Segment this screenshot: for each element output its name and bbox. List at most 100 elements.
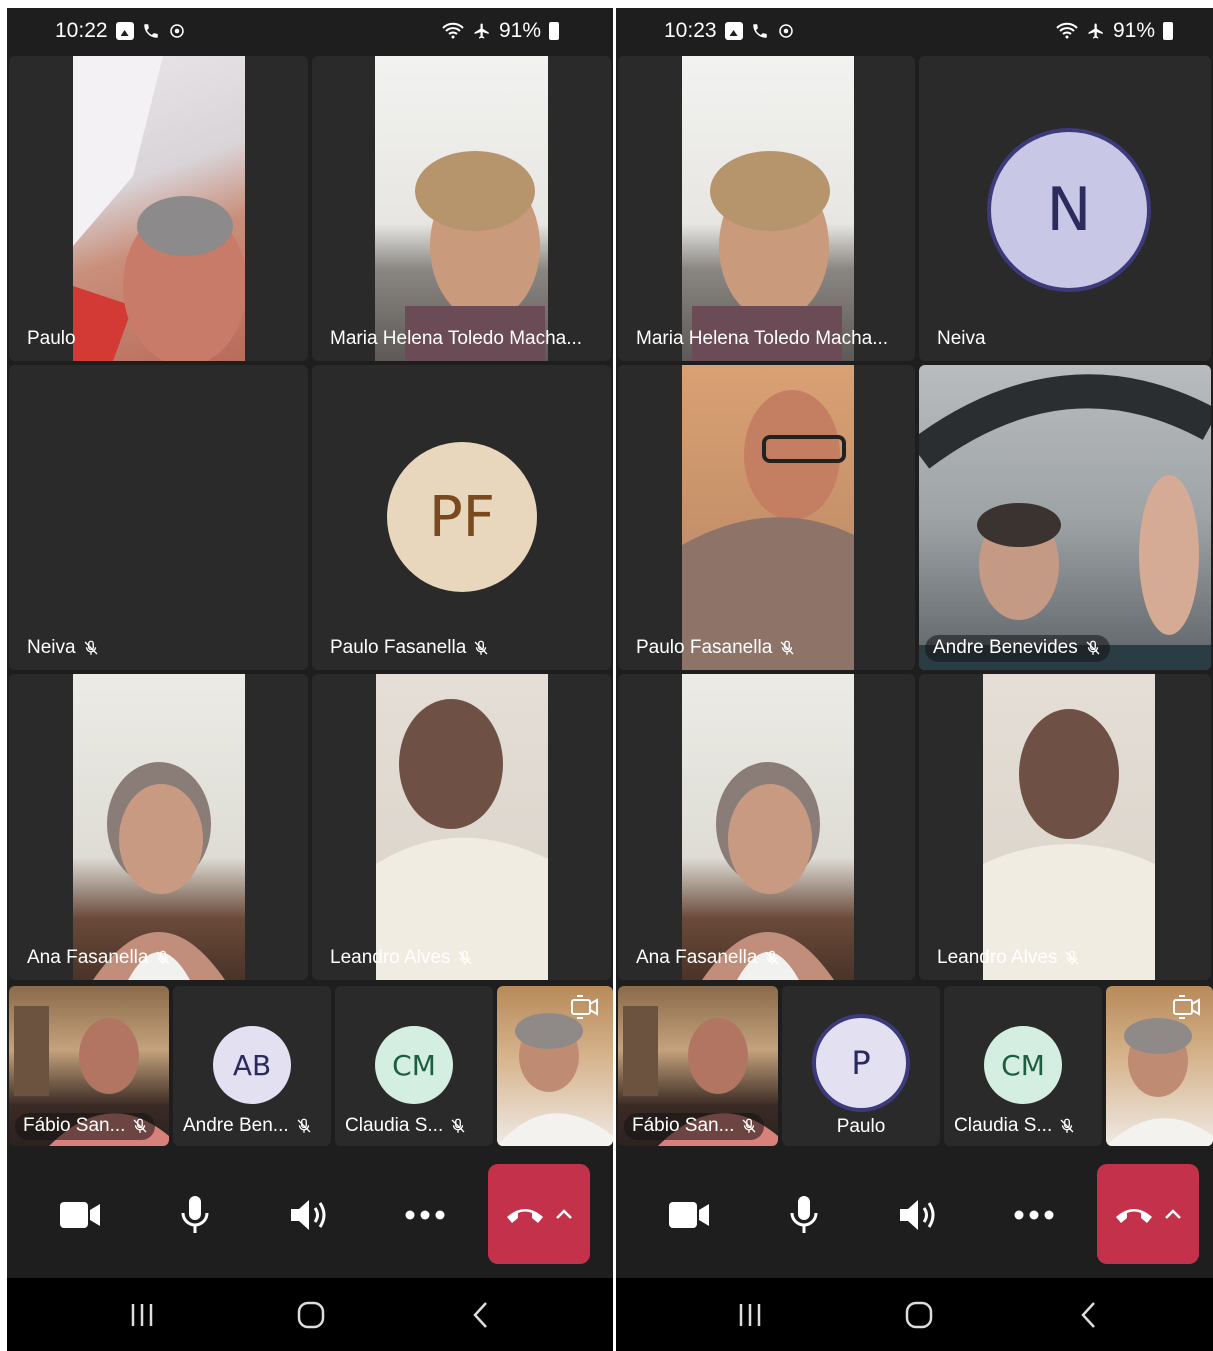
wifi-icon (442, 22, 464, 39)
participant-video (682, 56, 854, 361)
participant-tile-maria-helena[interactable]: Maria Helena Toledo Macha... (618, 56, 915, 361)
home-icon (905, 1301, 933, 1329)
participant-label: Andre Ben... (175, 1113, 313, 1140)
participant-name: Fábio San... (632, 1115, 735, 1136)
participant-label: Neiva (929, 326, 994, 353)
participant-tile-ana-fasanella[interactable]: Ana Fasanella (618, 674, 915, 980)
participant-tile-claudia[interactable]: CM Claudia S... (944, 986, 1102, 1146)
participant-tile-ana-fasanella[interactable]: Ana Fasanella (9, 674, 308, 980)
participant-tile-paulo-fasanella[interactable]: Paulo Fasanella (618, 365, 915, 670)
video-frame (73, 56, 245, 361)
mic-off-icon (451, 1118, 465, 1133)
participant-tile-andre-benevides[interactable]: Andre Benevides (919, 365, 1211, 670)
participant-name: Ana Fasanella (636, 947, 758, 968)
microphone-button[interactable] (160, 1180, 230, 1250)
avatar-initials: PF (429, 484, 495, 550)
participant-tile-fabio[interactable]: Fábio San... (618, 986, 778, 1146)
avatar-initials: CM (392, 1048, 436, 1082)
more-options-button[interactable] (999, 1180, 1069, 1250)
microphone-icon (790, 1196, 818, 1233)
participant-label: Neiva (19, 635, 108, 662)
recents-button[interactable] (112, 1290, 172, 1340)
participant-tile-leandro-alves[interactable]: Leandro Alves (919, 674, 1211, 980)
participant-name: Paulo (27, 328, 76, 349)
avatar-initials: AB (232, 1048, 272, 1082)
participant-video (376, 674, 548, 980)
participant-name: Claudia S... (954, 1115, 1053, 1136)
avatar-initials: N (1046, 175, 1092, 245)
camera-button[interactable] (45, 1180, 115, 1250)
leave-call-button[interactable] (1097, 1164, 1199, 1264)
participant-tile-paulo-fasanella[interactable]: PF Paulo Fasanella (312, 365, 611, 670)
participant-label: Fábio San... (624, 1113, 764, 1140)
mic-off-icon (133, 1118, 147, 1133)
back-button[interactable] (1059, 1290, 1119, 1340)
mic-off-icon (458, 950, 472, 965)
participant-label: Fábio San... (15, 1113, 155, 1140)
photo-icon (115, 22, 134, 40)
participant-name: Maria Helena Toledo Macha... (636, 328, 889, 349)
status-time: 10:23 (664, 19, 717, 42)
participant-tile-claudia[interactable]: CM Claudia S... (335, 986, 493, 1146)
back-button[interactable] (451, 1290, 511, 1340)
avatar: CM (375, 1026, 453, 1104)
switch-camera-icon[interactable] (569, 992, 601, 1022)
participant-name: Paulo Fasanella (330, 637, 467, 658)
participant-label: Leandro Alves (929, 945, 1089, 972)
participant-video (73, 674, 245, 980)
participant-tile-fabio[interactable]: Fábio San... (9, 986, 169, 1146)
avatar-initials: P (851, 1044, 871, 1082)
phone-icon (143, 24, 158, 38)
participant-strip: Fábio San... P Paulo CM Claudia S... (618, 986, 1213, 1146)
status-bar: 10:23 91% (616, 8, 1213, 54)
self-view-tile[interactable] (497, 986, 613, 1146)
camera-button[interactable] (654, 1180, 724, 1250)
mic-off-icon (1060, 1118, 1074, 1133)
participant-label: Maria Helena Toledo Macha... (322, 326, 590, 353)
participant-tile-andre[interactable]: AB Andre Ben... (173, 986, 331, 1146)
microphone-icon (181, 1196, 209, 1233)
recents-button[interactable] (720, 1290, 780, 1340)
participant-tile-leandro-alves[interactable]: Leandro Alves (312, 674, 611, 980)
self-view-tile[interactable] (1106, 986, 1213, 1146)
video-frame (919, 374, 1211, 670)
camera-icon (669, 1202, 709, 1228)
participant-label: Maria Helena Toledo Macha... (628, 326, 896, 353)
recents-icon (131, 1304, 153, 1326)
leave-call-button[interactable] (488, 1164, 590, 1264)
camera-icon (60, 1202, 100, 1228)
screenshot-left: 10:22 91% Paulo Maria Helena Toledo Mach… (7, 8, 613, 1351)
airplane-icon (474, 23, 489, 39)
screenshot-right: 10:23 91% Maria Helena Toledo Macha... N… (616, 8, 1213, 1351)
participant-label: Paulo Fasanella (322, 635, 498, 662)
participant-tile-paulo[interactable]: P Paulo (782, 986, 940, 1146)
participant-tile-paulo[interactable]: Paulo (9, 56, 308, 361)
speaker-button[interactable] (884, 1180, 954, 1250)
speaker-icon (291, 1200, 326, 1230)
video-frame (702, 762, 834, 980)
participant-label: Paulo (19, 326, 84, 353)
speaker-button[interactable] (275, 1180, 345, 1250)
microphone-button[interactable] (769, 1180, 839, 1250)
participant-label: Leandro Alves (322, 945, 482, 972)
home-icon (297, 1301, 325, 1329)
participant-video (919, 365, 1211, 670)
location-icon (778, 24, 793, 38)
chevron-up-icon (1165, 1209, 1181, 1219)
more-options-button[interactable] (390, 1180, 460, 1250)
video-frame (93, 762, 225, 980)
video-frame (682, 390, 854, 670)
video-frame (983, 709, 1155, 980)
mic-off-icon (474, 640, 488, 655)
participant-tile-maria-helena[interactable]: Maria Helena Toledo Macha... (312, 56, 611, 361)
participant-tile-neiva[interactable]: N Neiva (919, 56, 1211, 361)
participant-tile-neiva[interactable]: Neiva (9, 365, 308, 670)
more-icon (405, 1210, 445, 1220)
participant-name: Paulo Fasanella (636, 637, 773, 658)
participant-name: Ana Fasanella (27, 947, 149, 968)
back-icon (473, 1302, 487, 1328)
home-button[interactable] (889, 1290, 949, 1340)
home-button[interactable] (281, 1290, 341, 1340)
participant-label: Ana Fasanella (628, 945, 789, 972)
switch-camera-icon[interactable] (1171, 992, 1203, 1022)
